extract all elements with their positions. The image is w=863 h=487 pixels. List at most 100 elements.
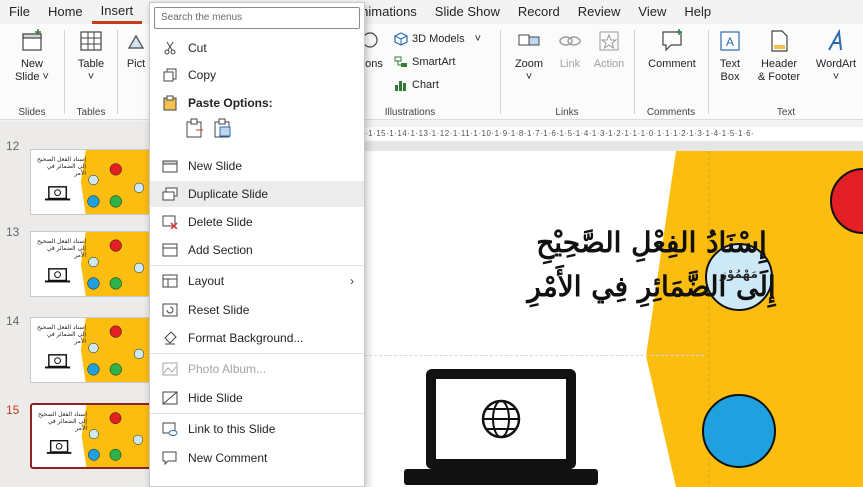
circle-label[interactable]: مَهْمُوْز [709, 267, 769, 281]
slide-background-graphic [404, 151, 863, 487]
scissors-icon [160, 40, 180, 56]
tab-review[interactable]: Review [569, 0, 630, 24]
link-button[interactable]: Link [553, 28, 587, 71]
menu-item-label: Photo Album... [188, 362, 267, 376]
hide-slide-icon [160, 390, 180, 406]
menu-item-label: Layout [188, 274, 225, 288]
table-icon [80, 31, 102, 51]
tab-insert[interactable]: Insert [91, 0, 143, 24]
action-star-icon [599, 31, 619, 51]
menu-item-label: Format Background... [188, 331, 304, 345]
new-slide-button[interactable]: New Slide ˅ [10, 28, 54, 84]
ribbon-group-links: Zoom ˅ Link Action Links [501, 24, 633, 120]
thumbnail-title: إسناد الفعل الصحيح إلى الضمائر في الأمر [36, 156, 86, 177]
menu-item-new-comment[interactable]: New Comment [150, 445, 364, 471]
ribbon-group-slides: New Slide ˅ Slides [0, 24, 64, 120]
horizontal-ruler[interactable]: 6·1·15·1·14·1·13·1·12·1·11·1·10·1·9·1·8·… [360, 127, 863, 141]
tab-record[interactable]: Record [509, 0, 569, 24]
paste-use-destination-theme-icon[interactable] [186, 118, 204, 141]
thumbnail-title: إسناد الفعل الصحيح إلى الضمائر في الأمر [37, 411, 87, 432]
menu-item-label: Cut [188, 41, 207, 55]
wordart-button[interactable]: WordArt ˅ [811, 28, 861, 84]
group-label-slides: Slides [18, 107, 46, 118]
group-label-illustrations: Illustrations [384, 107, 436, 118]
menu-item-label: Add Section [188, 243, 253, 257]
text-box-button[interactable]: A Text Box [715, 28, 745, 84]
tab-file[interactable]: File [0, 0, 39, 24]
menu-search-input[interactable]: Search the menus [154, 7, 360, 29]
ribbon-separator [117, 30, 118, 114]
group-label-comments: Comments [646, 107, 696, 118]
slide-number: 12 [6, 139, 20, 153]
chevron-down-icon: ˅ [474, 33, 482, 45]
wordart-icon [828, 28, 842, 51]
ribbon: New Slide ˅ Slides Table ˅ Tables Pict on… [0, 24, 863, 120]
tab-home[interactable]: Home [39, 0, 92, 24]
menu-item-label: New Comment [188, 451, 268, 465]
menu-item-label: Paste Options: [188, 96, 273, 110]
menu-item-reset-slide[interactable]: Reset Slide [150, 297, 364, 323]
zoom-icon [518, 34, 540, 46]
current-slide[interactable]: إِسْنَادُ الفِعْلِ الصَّحِيْحِ إِلَى الض… [364, 151, 863, 487]
menu-item-new-slide[interactable]: New Slide [150, 153, 364, 179]
ribbon-group-text: A Text Box Header & Footer WordArt ˅ Text [709, 24, 863, 120]
menu-bar: File Home Insert nimations Slide Show Re… [0, 0, 863, 24]
delete-slide-icon [160, 214, 180, 230]
icons-button[interactable]: ons [362, 28, 386, 71]
pictures-icon [127, 34, 145, 49]
slide-title[interactable]: إِسْنَادُ الفِعْلِ الصَّحِيْحِ إِلَى الض… [509, 221, 794, 309]
comment-icon [662, 29, 682, 52]
link-slide-icon [160, 421, 180, 437]
context-menu: Search the menus Cut Copy Paste Options:… [149, 2, 365, 487]
thumbnail-title: إسناد الفعل الصحيح إلى الضمائر في الأمر [36, 238, 86, 259]
chart-icon [395, 81, 406, 91]
3d-models-icon [394, 32, 408, 46]
add-section-icon [160, 242, 180, 258]
header-footer-button[interactable]: Header & Footer [751, 28, 807, 84]
menu-item-duplicate-slide[interactable]: Duplicate Slide [150, 181, 364, 207]
menu-item-copy[interactable]: Copy [150, 62, 364, 88]
paste-picture-icon[interactable] [214, 118, 232, 141]
table-button[interactable]: Table ˅ [71, 28, 111, 84]
menu-item-label: Hide Slide [188, 391, 243, 405]
smartart-button[interactable]: SmartArt [394, 55, 455, 69]
menu-item-hide-slide[interactable]: Hide Slide [150, 385, 364, 411]
menu-divider [150, 265, 364, 266]
menu-divider [150, 413, 364, 414]
pictures-button[interactable]: Pict [122, 28, 150, 71]
chart-button[interactable]: Chart [394, 78, 439, 92]
comment-button[interactable]: Comment [643, 28, 701, 71]
menu-item-format-background[interactable]: Format Background... [150, 325, 364, 351]
chevron-right-icon: › [350, 274, 354, 288]
ribbon-group-comments: Comment Comments [635, 24, 707, 120]
duplicate-slide-icon [160, 186, 180, 202]
group-label-links: Links [555, 107, 579, 118]
menu-item-link-to-slide[interactable]: Link to this Slide [150, 416, 364, 442]
ribbon-group-tables: Table ˅ Tables [65, 24, 117, 120]
text-box-icon: A [720, 31, 740, 51]
layout-icon [160, 273, 180, 289]
menu-item-cut[interactable]: Cut [150, 35, 364, 61]
slide-number: 14 [6, 314, 20, 328]
tab-help[interactable]: Help [675, 0, 720, 24]
menu-item-layout[interactable]: Layout › [150, 268, 364, 294]
menu-item-delete-slide[interactable]: Delete Slide [150, 209, 364, 235]
3d-models-button[interactable]: 3D Models ˅ [394, 32, 481, 46]
new-slide-icon [160, 158, 180, 174]
menu-section-paste-options: Paste Options: [150, 90, 364, 116]
reset-slide-icon [160, 302, 180, 318]
slide-title-line1: إِسْنَادُ الفِعْلِ الصَّحِيْحِ [536, 226, 767, 259]
menu-item-add-section[interactable]: Add Section [150, 237, 364, 263]
action-button[interactable]: Action [589, 28, 629, 71]
copy-icon [160, 67, 180, 83]
tab-view[interactable]: View [629, 0, 675, 24]
menu-item-photo-album[interactable]: Photo Album... [150, 356, 364, 382]
group-label-tables: Tables [76, 107, 106, 118]
header-footer-icon [771, 30, 788, 52]
paste-icon [160, 95, 180, 111]
menu-item-label: Copy [188, 68, 217, 82]
tab-slide-show[interactable]: Slide Show [426, 0, 509, 24]
zoom-button[interactable]: Zoom ˅ [509, 28, 549, 84]
link-icon [559, 36, 581, 46]
svg-text:A: A [726, 35, 734, 49]
